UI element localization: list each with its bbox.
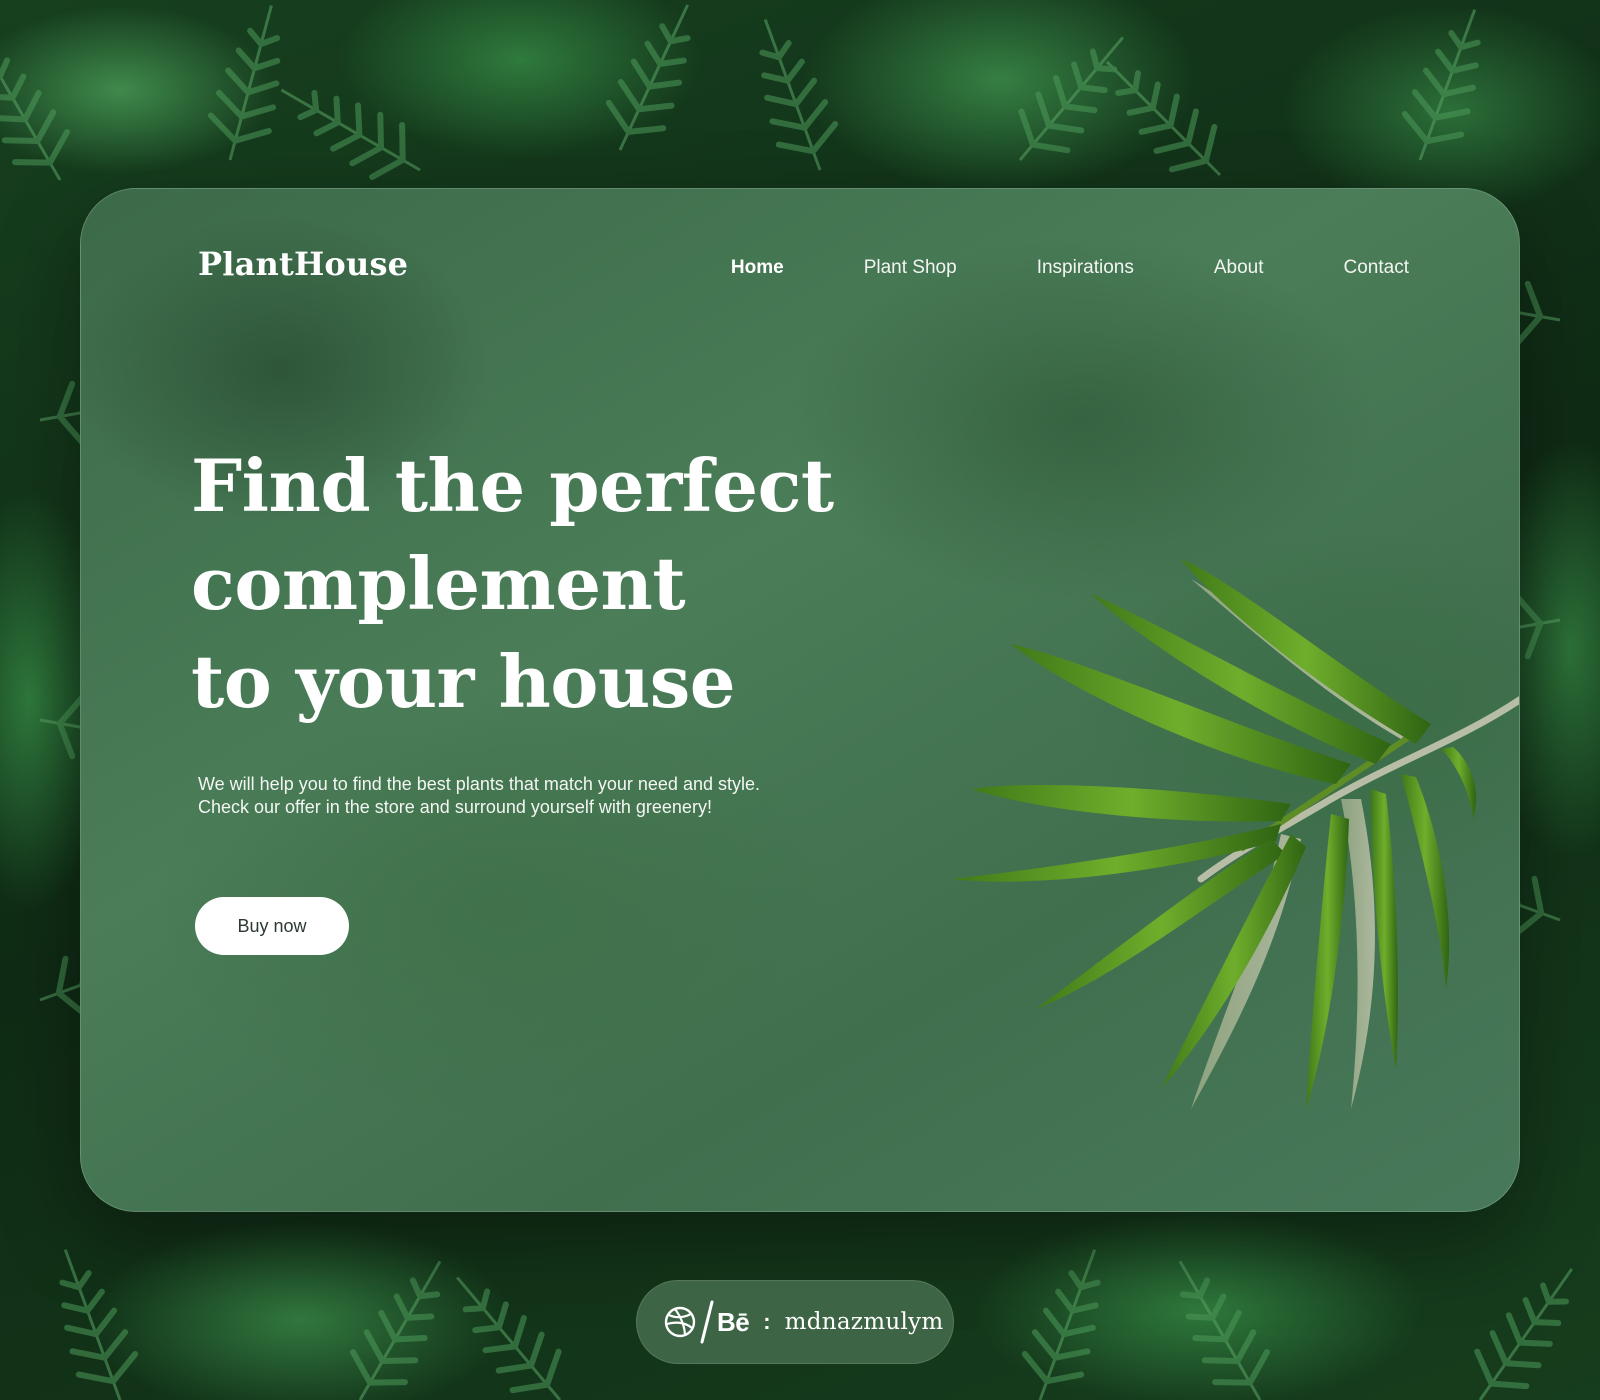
dribbble-icon[interactable] [663,1305,697,1339]
brand-logo[interactable]: PlantHouse [198,245,408,283]
hero-description: We will help you to find the best plants… [198,773,898,819]
description-line: Check our offer in the store and surroun… [198,797,712,817]
credit-handle: mdnazmulym [784,1309,944,1335]
slash-divider-icon [700,1300,714,1344]
hero-headline: Find the perfect complement to your hous… [191,437,911,731]
nav-plant-shop[interactable]: Plant Shop [864,257,957,279]
headline-line: Find the perfect [191,443,834,528]
palm-leaf-illustration [951,559,1519,1109]
buy-now-button[interactable]: Buy now [195,897,349,955]
nav-inspirations[interactable]: Inspirations [1037,257,1134,279]
nav-about[interactable]: About [1214,257,1264,279]
behance-icon[interactable]: Bē [717,1307,750,1338]
nav-contact[interactable]: Contact [1344,257,1409,279]
social-credit-badge[interactable]: Bē : mdnazmulym [636,1280,954,1364]
main-nav: Home Plant Shop Inspirations About Conta… [731,257,1409,279]
description-line: We will help you to find the best plants… [198,774,760,794]
headline-line: complement [191,541,686,626]
credit-separator: : [763,1309,771,1334]
page: PlantHouse Home Plant Shop Inspirations … [0,0,1600,1400]
hero-card: PlantHouse Home Plant Shop Inspirations … [80,188,1520,1212]
headline-line: to your house [191,639,736,724]
nav-home[interactable]: Home [731,257,784,279]
